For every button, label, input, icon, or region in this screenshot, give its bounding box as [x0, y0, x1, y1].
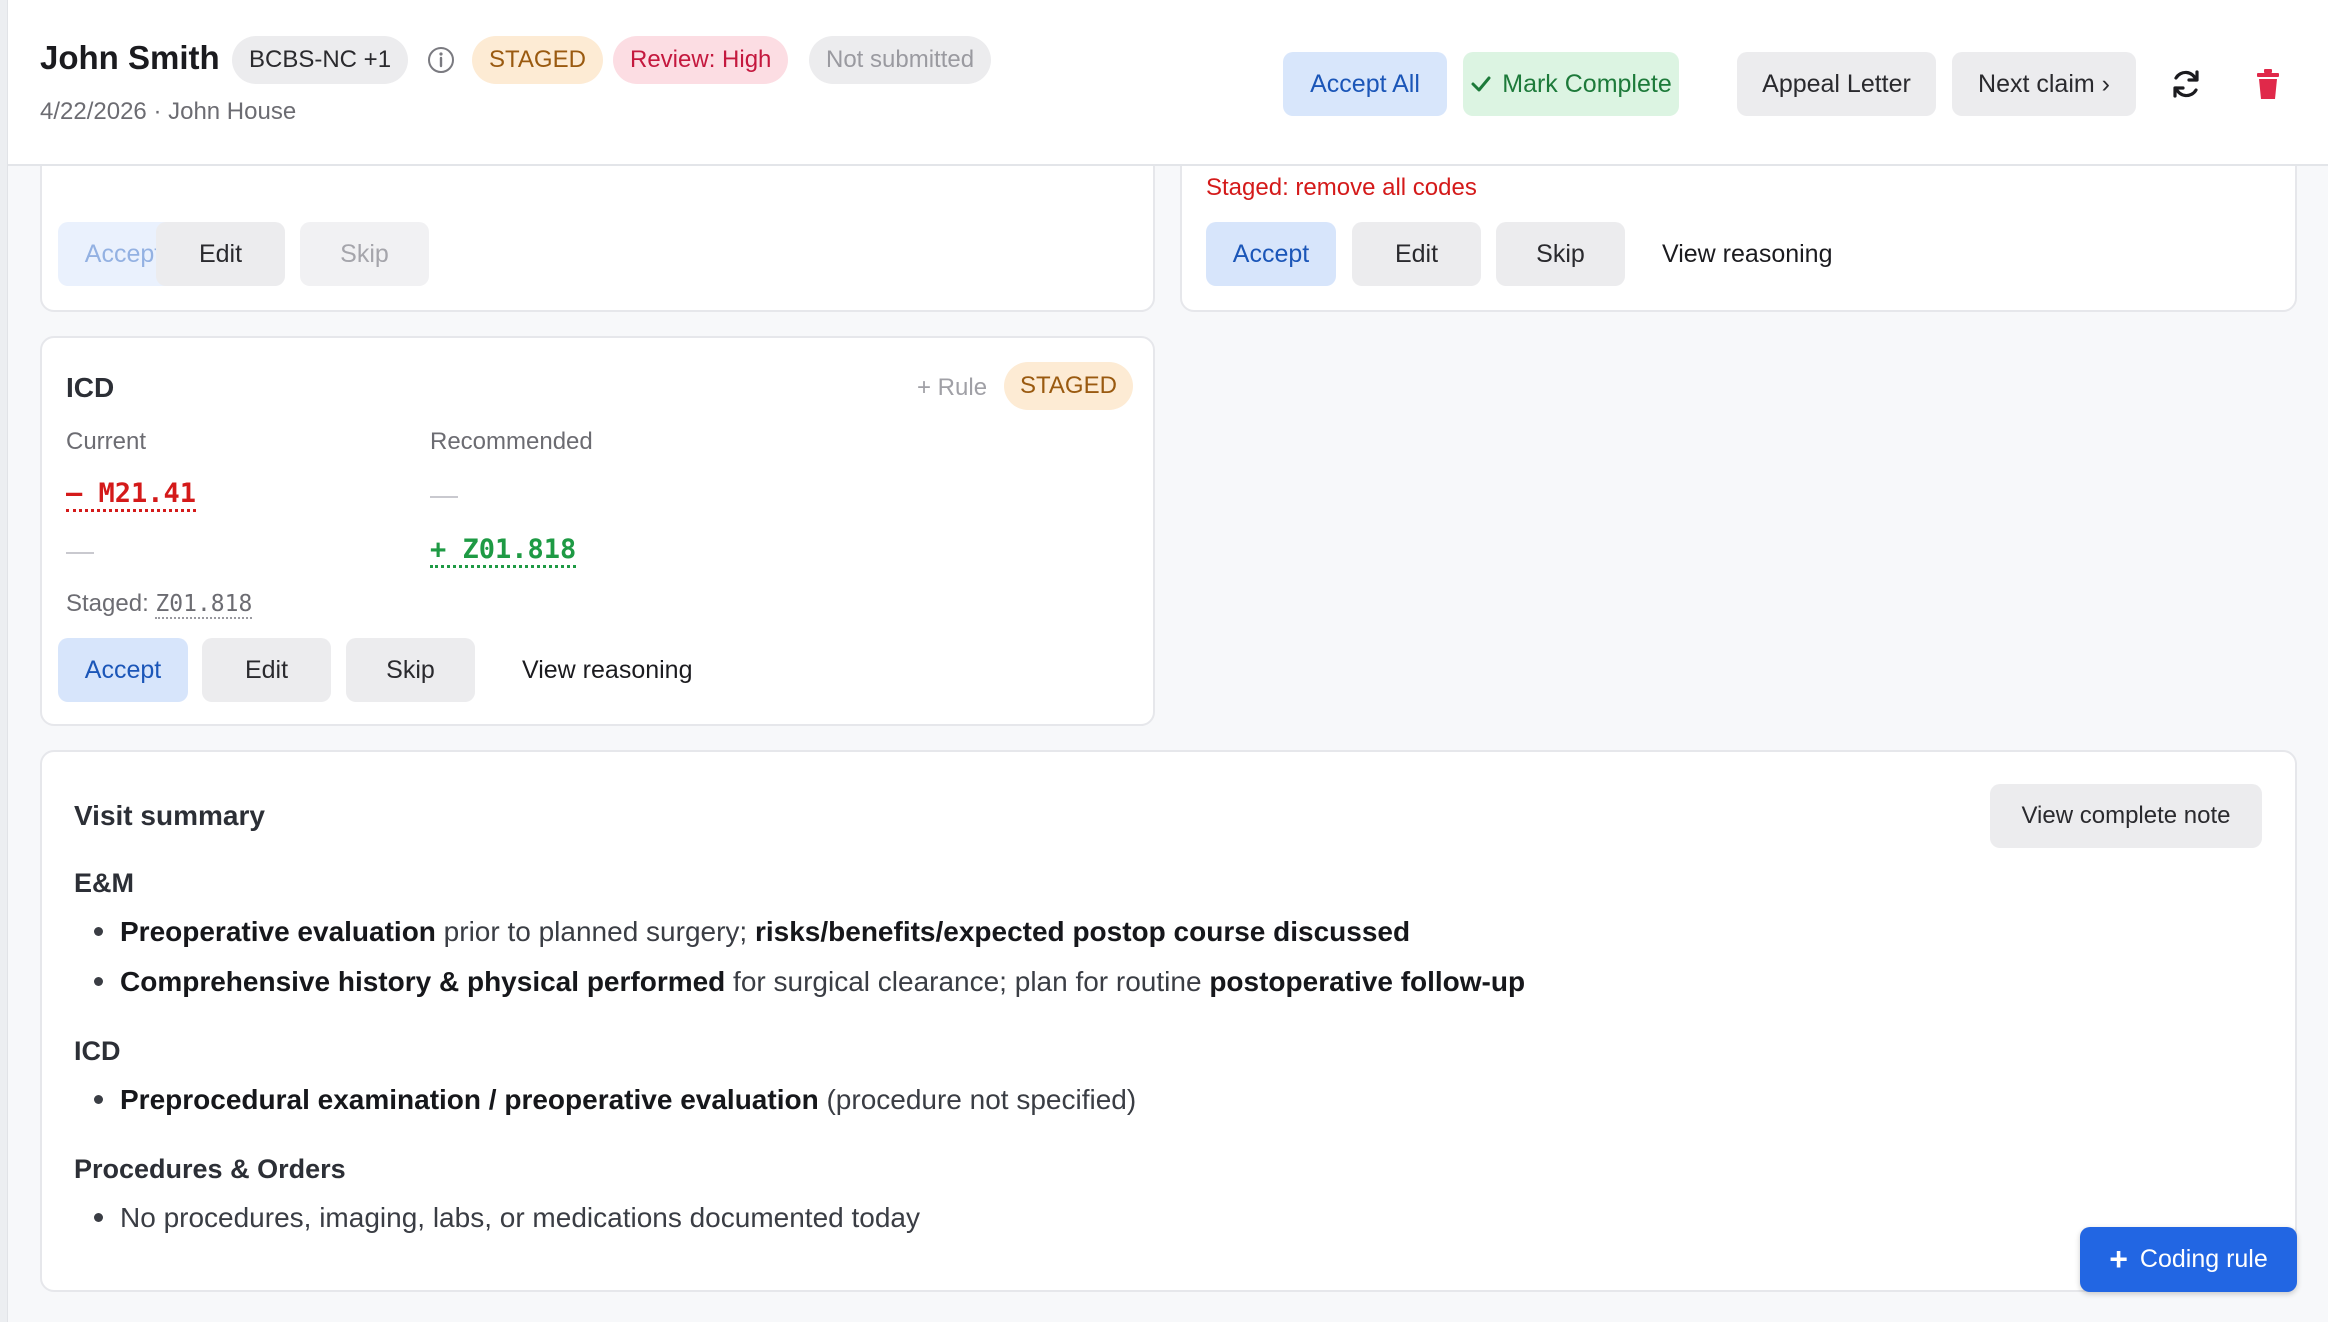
- summary-bullet: Preprocedural examination / preoperative…: [94, 1084, 1136, 1116]
- skip-button[interactable]: Skip: [300, 222, 429, 286]
- mark-complete-button[interactable]: Mark Complete: [1463, 52, 1679, 116]
- summary-bullet: Comprehensive history & physical perform…: [94, 966, 1525, 998]
- summary-bullet: No procedures, imaging, labs, or medicat…: [94, 1202, 920, 1234]
- check-icon: [1471, 76, 1491, 92]
- staged-remove-text: Staged: remove all codes: [1206, 174, 1477, 201]
- current-empty-dash: [66, 552, 94, 554]
- view-complete-note-button[interactable]: View complete note: [1990, 784, 2262, 848]
- visit-summary-card: Visit summary View complete note E&M Pre…: [40, 750, 2297, 1292]
- icd-card-title: ICD: [66, 372, 115, 403]
- section-heading-em: E&M: [74, 868, 134, 898]
- edit-button[interactable]: Edit: [156, 222, 285, 286]
- patient-name: John Smith: [40, 39, 220, 76]
- visit-summary-title: Visit summary: [74, 800, 265, 831]
- staged-code[interactable]: Z01.818: [155, 591, 253, 619]
- claim-header: John Smith BCBS-NC +1 STAGED Review: Hig…: [8, 0, 2328, 166]
- recommended-empty-dash: [430, 496, 458, 498]
- add-rule-link[interactable]: + Rule: [917, 374, 987, 402]
- edit-button[interactable]: Edit: [1352, 222, 1481, 286]
- icd-status-badge: STAGED: [1004, 362, 1133, 410]
- staged-code-line: Staged: Z01.818: [66, 590, 253, 619]
- recommended-label: Recommended: [430, 428, 593, 455]
- accept-button[interactable]: Accept: [1206, 222, 1336, 286]
- refresh-icon[interactable]: [2168, 66, 2204, 102]
- current-label: Current: [66, 428, 147, 455]
- added-code[interactable]: + Z01.818: [430, 534, 577, 568]
- next-claim-button[interactable]: Next claim ›: [1952, 52, 2136, 116]
- status-badge: STAGED: [472, 36, 603, 84]
- review-badge: Review: High: [613, 36, 789, 84]
- left-edge: [0, 0, 8, 1322]
- coding-rule-button[interactable]: + Coding rule: [2080, 1227, 2297, 1292]
- submission-badge: Not submitted: [809, 36, 992, 84]
- trash-icon[interactable]: [2250, 66, 2286, 102]
- info-icon[interactable]: [426, 45, 456, 75]
- visit-subline: 4/22/2026 · John House: [40, 98, 297, 125]
- payer-badge[interactable]: BCBS-NC +1: [232, 36, 409, 84]
- icd-card: ICD + Rule STAGED Current Recommended – …: [40, 336, 1155, 726]
- plus-icon: +: [2109, 1241, 2128, 1277]
- skip-button[interactable]: Skip: [346, 638, 475, 702]
- accept-button[interactable]: Accept: [58, 638, 188, 702]
- edit-button[interactable]: Edit: [202, 638, 331, 702]
- mark-complete-label: Mark Complete: [1502, 70, 1672, 98]
- skip-button[interactable]: Skip: [1496, 222, 1625, 286]
- section-heading-procedures: Procedures & Orders: [74, 1154, 346, 1184]
- app-frame: Accept Edit Skip Staged: remove all code…: [0, 0, 2328, 1322]
- summary-bullet: Preoperative evaluation prior to planned…: [94, 916, 1410, 948]
- staged-label: Staged:: [66, 590, 149, 617]
- view-reasoning-link[interactable]: View reasoning: [522, 638, 692, 702]
- appeal-letter-button[interactable]: Appeal Letter: [1737, 52, 1936, 116]
- view-reasoning-link[interactable]: View reasoning: [1662, 222, 1832, 286]
- removed-code[interactable]: – M21.41: [66, 478, 197, 512]
- accept-all-button[interactable]: Accept All: [1283, 52, 1447, 116]
- section-heading-icd: ICD: [74, 1036, 121, 1066]
- coding-rule-label: Coding rule: [2139, 1245, 2268, 1273]
